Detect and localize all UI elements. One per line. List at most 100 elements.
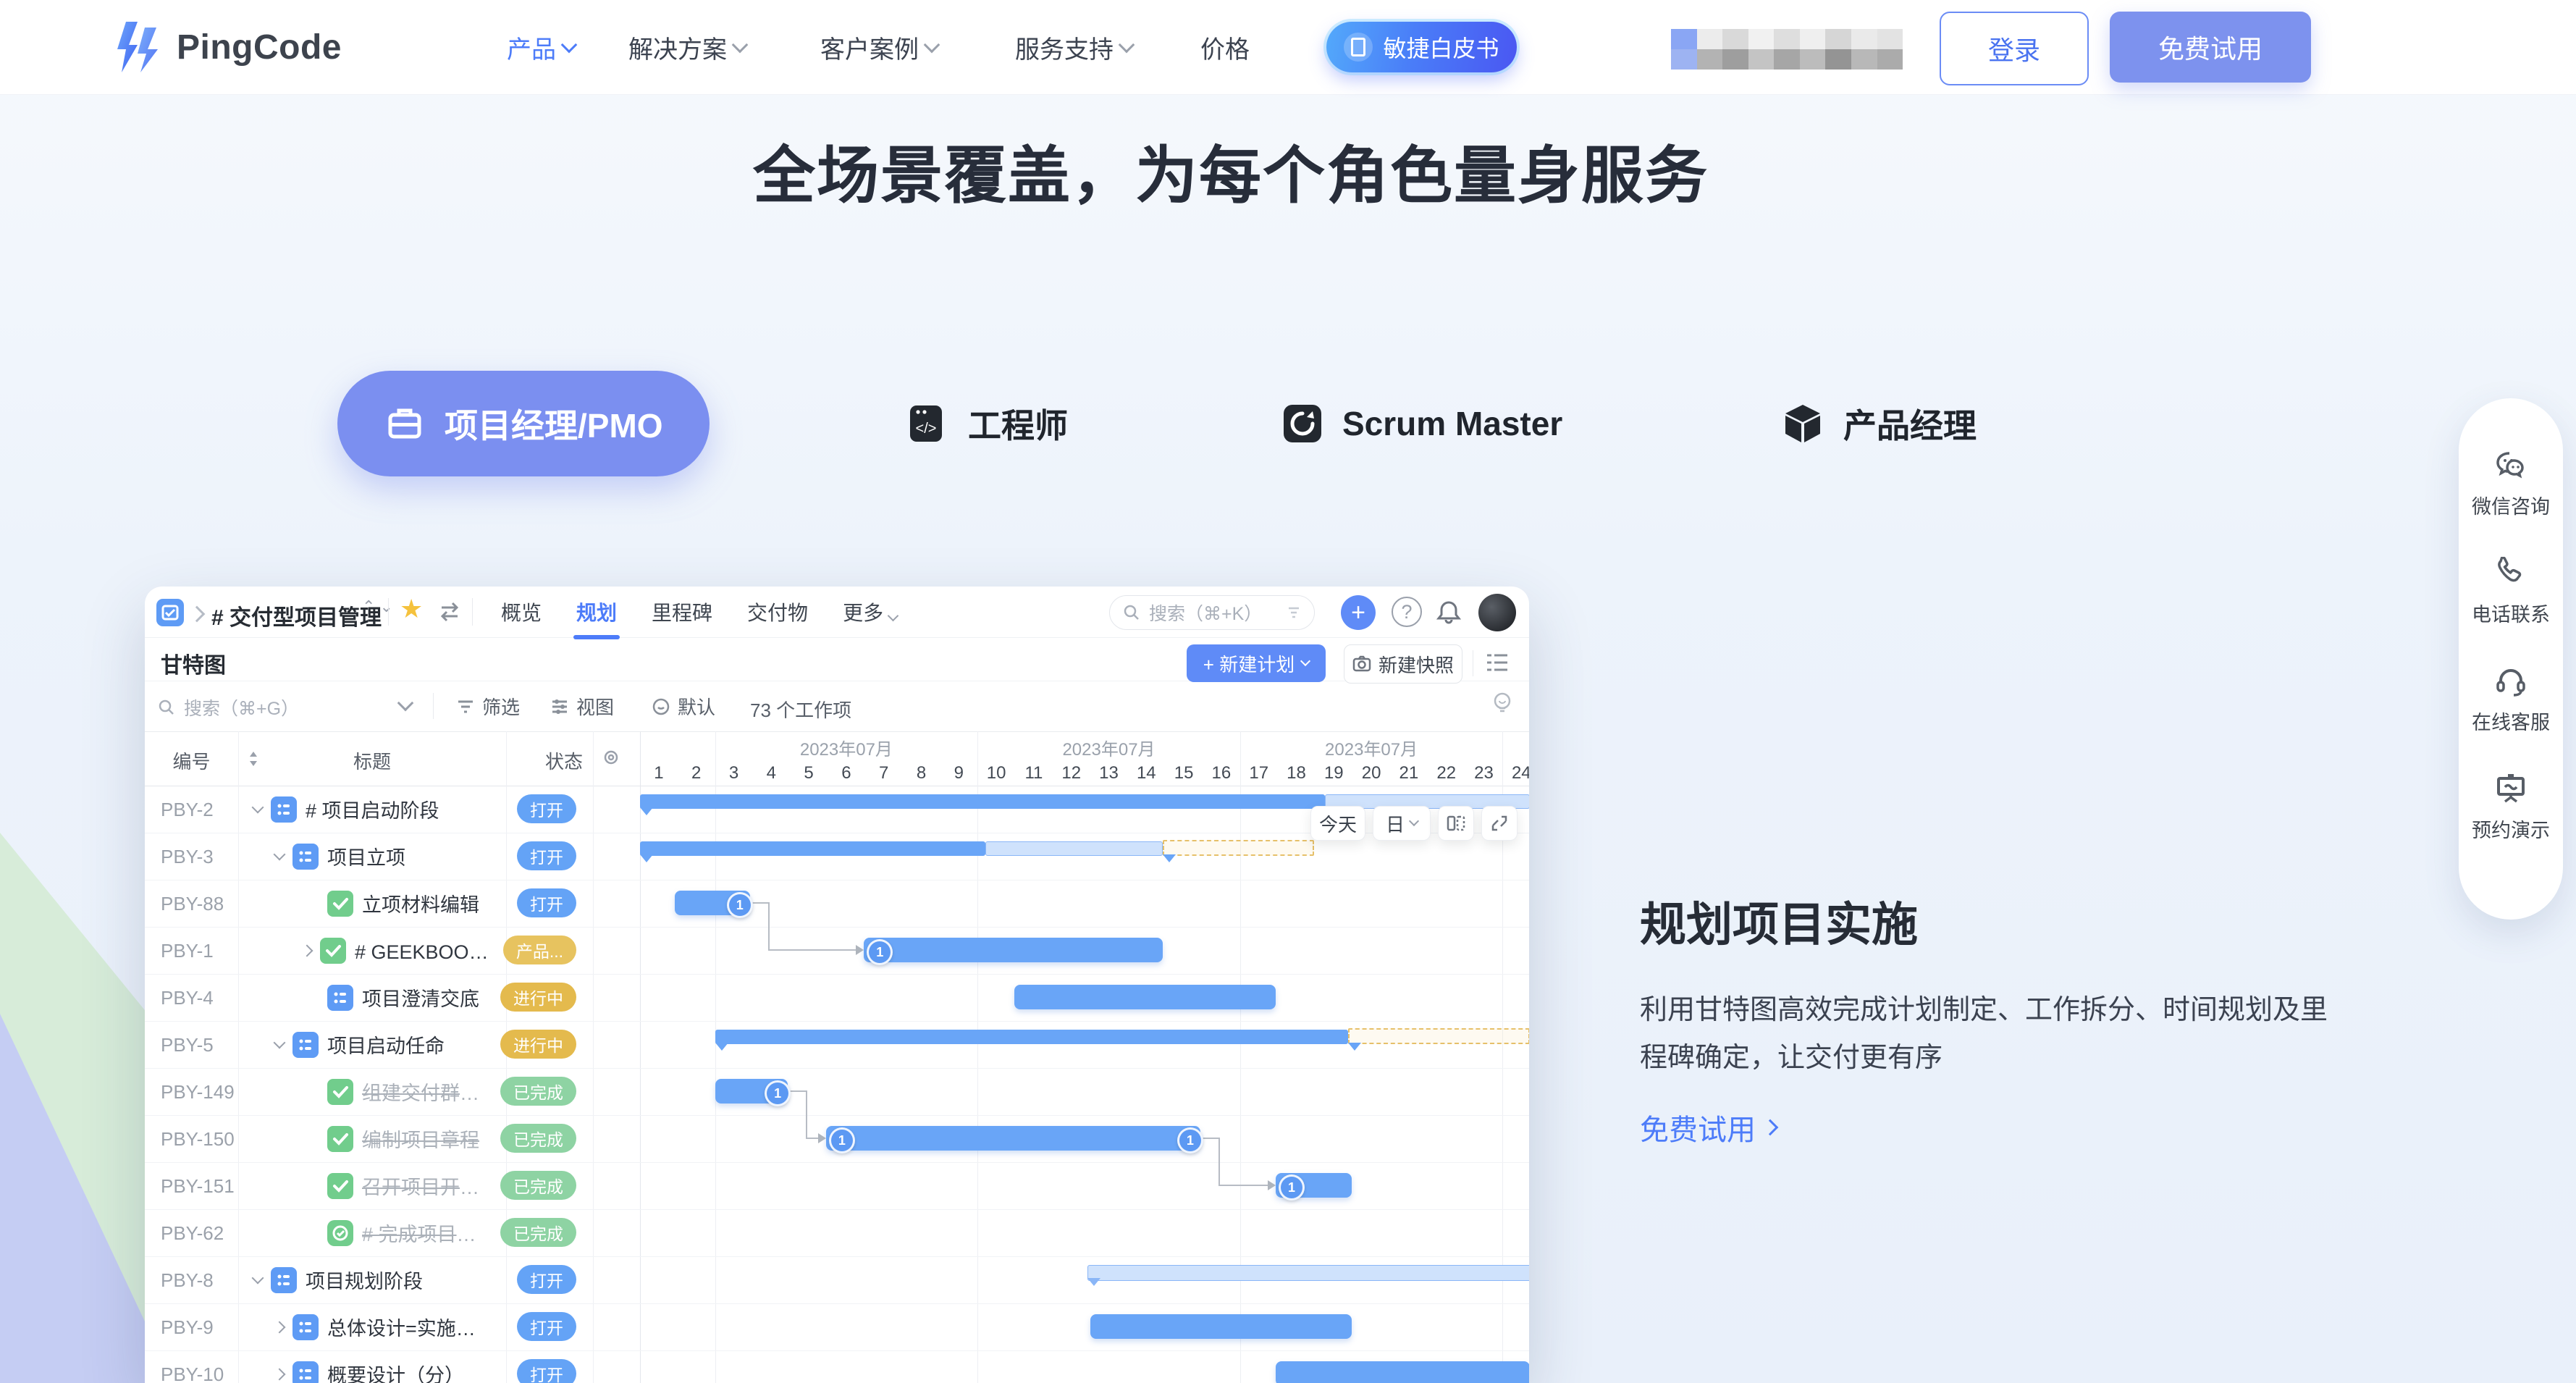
table-row[interactable]: PBY-149组建交付群和工作台已完成 bbox=[145, 1068, 640, 1115]
user-avatar[interactable] bbox=[1478, 594, 1516, 631]
dependency-badge[interactable]: 1 bbox=[765, 1080, 791, 1106]
gantt-task-bar[interactable] bbox=[1276, 1361, 1529, 1383]
tab-3[interactable]: 里程碑 bbox=[652, 597, 712, 626]
help-button[interactable]: ? bbox=[1392, 597, 1422, 627]
add-button[interactable]: + bbox=[1341, 595, 1376, 630]
gantt-summary-bar[interactable] bbox=[640, 841, 985, 856]
table-row[interactable]: PBY-2# 项目启动阶段打开 bbox=[145, 786, 640, 833]
table-row[interactable]: PBY-10概要设计（分）打开 bbox=[145, 1350, 640, 1383]
status-badge[interactable]: 进行中 bbox=[500, 983, 576, 1012]
pingcode-logo[interactable]: PingCode bbox=[116, 20, 342, 74]
row-title[interactable]: 组建交付群和工作台 bbox=[362, 1077, 492, 1106]
table-row[interactable]: PBY-8项目规划阶段打开 bbox=[145, 1256, 640, 1303]
gantt-task-bar[interactable] bbox=[1090, 1314, 1352, 1339]
row-title[interactable]: 项目启动任命 bbox=[327, 1030, 445, 1059]
tab-4[interactable]: 交付物 bbox=[747, 597, 808, 626]
row-title[interactable]: 召开项目开工会 bbox=[362, 1172, 492, 1200]
row-title[interactable]: 总体设计=实施方案（... bbox=[327, 1313, 492, 1341]
gantt-task-bar[interactable] bbox=[826, 1126, 1200, 1151]
table-row[interactable]: PBY-88立项材料编辑打开 bbox=[145, 880, 640, 927]
collapse-chevron-icon[interactable] bbox=[301, 944, 313, 957]
fullscreen-button[interactable] bbox=[1481, 806, 1518, 841]
today-button[interactable]: 今天 bbox=[1310, 806, 1365, 841]
gantt-task-bar[interactable] bbox=[864, 938, 1163, 962]
notifications-bell-icon[interactable] bbox=[1436, 600, 1461, 624]
gantt-summary-bar[interactable] bbox=[715, 1030, 1348, 1044]
contact-4[interactable]: 预约演示 bbox=[2472, 773, 2550, 843]
dependency-badge[interactable]: 1 bbox=[1177, 1127, 1203, 1153]
filter-button[interactable]: 筛选 bbox=[456, 693, 520, 720]
gantt-summary-bar[interactable] bbox=[1087, 1265, 1529, 1281]
table-row[interactable]: PBY-150编制项目章程已完成 bbox=[145, 1115, 640, 1162]
new-plan-button[interactable]: + 新建计划 bbox=[1187, 644, 1326, 682]
collapse-chevron-icon[interactable] bbox=[274, 1368, 286, 1380]
login-button[interactable]: 登录 bbox=[1940, 12, 2089, 85]
row-title[interactable]: # GEEKBOOKS 极... bbox=[355, 936, 492, 964]
status-badge[interactable]: 进行中 bbox=[500, 1030, 576, 1059]
row-title[interactable]: 项目规划阶段 bbox=[306, 1266, 423, 1294]
dependency-badge[interactable]: 1 bbox=[727, 892, 753, 918]
nav-item-2[interactable]: 解决方案 bbox=[628, 0, 746, 94]
collapse-chevron-icon[interactable] bbox=[274, 1321, 286, 1333]
contact-1[interactable]: 微信咨询 bbox=[2472, 449, 2550, 519]
dependency-badge[interactable]: 1 bbox=[829, 1127, 855, 1153]
status-badge[interactable]: 打开 bbox=[517, 841, 576, 870]
table-row[interactable]: PBY-4项目澄清交底进行中 bbox=[145, 974, 640, 1021]
scale-select[interactable]: 日 bbox=[1373, 806, 1431, 841]
nav-item-1[interactable]: 产品 bbox=[507, 0, 575, 94]
table-row[interactable]: PBY-5项目启动任命进行中 bbox=[145, 1021, 640, 1068]
role-tab-1[interactable]: 项目经理/PMO bbox=[337, 371, 710, 476]
status-badge[interactable]: 已完成 bbox=[500, 1077, 576, 1106]
row-title[interactable]: 概要设计（分） bbox=[327, 1360, 464, 1383]
table-row[interactable]: PBY-9总体设计=实施方案（...打开 bbox=[145, 1303, 640, 1350]
status-badge[interactable]: 已完成 bbox=[500, 1171, 576, 1200]
row-title[interactable]: 项目澄清交底 bbox=[362, 983, 479, 1012]
row-title[interactable]: 项目立项 bbox=[327, 842, 405, 870]
nav-item-4[interactable]: 服务支持 bbox=[1015, 0, 1132, 94]
whitepaper-badge[interactable]: 敏捷白皮书 bbox=[1326, 22, 1517, 72]
status-badge[interactable]: 打开 bbox=[517, 1265, 576, 1294]
gantt-summary-bar[interactable] bbox=[640, 794, 1325, 809]
expand-chevron-icon[interactable] bbox=[252, 801, 264, 813]
free-trial-button[interactable]: 免费试用 bbox=[2110, 12, 2311, 83]
split-view-button[interactable] bbox=[1438, 806, 1474, 841]
nav-item-3[interactable]: 客户案例 bbox=[820, 0, 938, 94]
status-badge[interactable]: 已完成 bbox=[500, 1218, 576, 1247]
row-title[interactable]: 立项材料编辑 bbox=[362, 889, 479, 917]
row-title[interactable]: # 项目启动阶段 bbox=[306, 795, 439, 823]
nav-item-5[interactable]: 价格 bbox=[1200, 0, 1250, 94]
lightbulb-icon[interactable] bbox=[1491, 692, 1513, 715]
favorite-star-icon[interactable]: ★ bbox=[400, 594, 423, 624]
table-row[interactable]: PBY-3项目立项打开 bbox=[145, 833, 640, 880]
status-badge[interactable]: 打开 bbox=[517, 888, 576, 917]
status-badge[interactable]: 已完成 bbox=[500, 1124, 576, 1153]
expand-chevron-icon[interactable] bbox=[274, 848, 286, 860]
table-row[interactable]: PBY-1# GEEKBOOKS 极...产品... bbox=[145, 927, 640, 974]
table-row[interactable]: PBY-62# 完成项目启动阶段...已完成 bbox=[145, 1209, 640, 1256]
row-title[interactable]: 编制项目章程 bbox=[362, 1125, 479, 1153]
role-tab-4[interactable]: 产品经理 bbox=[1782, 371, 1977, 476]
list-view-icon[interactable] bbox=[1486, 652, 1509, 673]
tab-1[interactable]: 概览 bbox=[501, 597, 542, 626]
contact-2[interactable]: 电话联系 bbox=[2472, 557, 2550, 627]
global-search-input[interactable]: 搜索（⌘+K） bbox=[1109, 595, 1315, 630]
status-badge[interactable]: 打开 bbox=[517, 794, 576, 823]
expand-chevron-icon[interactable] bbox=[252, 1271, 264, 1284]
status-badge[interactable]: 打开 bbox=[517, 1359, 576, 1383]
role-tab-3[interactable]: Scrum Master bbox=[1281, 371, 1562, 476]
gantt-search-input[interactable]: 搜索（⌘+G） bbox=[158, 694, 299, 720]
column-settings-gear-icon[interactable] bbox=[601, 747, 621, 768]
row-title[interactable]: # 完成项目启动阶段... bbox=[362, 1219, 492, 1247]
status-badge[interactable]: 打开 bbox=[517, 1312, 576, 1341]
status-badge[interactable]: 产品... bbox=[503, 936, 576, 964]
gantt-task-bar[interactable] bbox=[1014, 985, 1276, 1009]
dependency-badge[interactable]: 1 bbox=[1279, 1174, 1305, 1201]
swap-icon[interactable] bbox=[439, 601, 460, 623]
tab-5[interactable]: 更多 bbox=[843, 597, 897, 626]
new-snapshot-button[interactable]: 新建快照 bbox=[1344, 644, 1462, 684]
project-name[interactable]: # 交付型项目管理 bbox=[211, 600, 382, 631]
contact-3[interactable]: 在线客服 bbox=[2472, 665, 2550, 735]
preset-default-button[interactable]: 默认 bbox=[652, 693, 715, 720]
section-trial-link[interactable]: 免费试用 bbox=[1640, 1106, 1776, 1148]
tab-2[interactable]: 规划 bbox=[576, 597, 617, 626]
